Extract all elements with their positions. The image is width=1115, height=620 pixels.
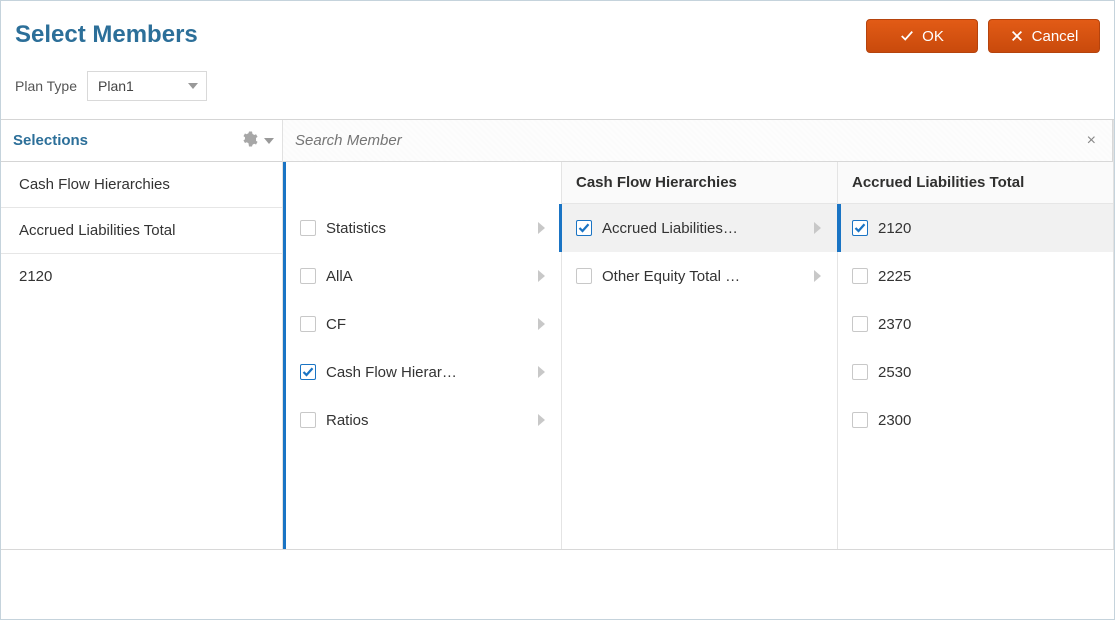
ok-button-label: OK bbox=[922, 28, 944, 45]
member-column: Cash Flow Hierarchies Accrued Liabilities… bbox=[562, 162, 838, 549]
member-row[interactable]: Accrued Liabilities… bbox=[559, 204, 837, 252]
member-row[interactable]: Ratios bbox=[286, 396, 561, 444]
member-label: Other Equity Total … bbox=[602, 268, 804, 285]
member-checkbox[interactable] bbox=[852, 364, 868, 380]
member-row[interactable]: CF bbox=[286, 300, 561, 348]
member-checkbox[interactable] bbox=[300, 268, 316, 284]
plan-type-row: Plan Type Plan1 bbox=[1, 53, 1114, 119]
selections-sidebar: Selections Cash Flow HierarchiesAccrued … bbox=[1, 120, 283, 549]
chevron-right-icon[interactable] bbox=[538, 222, 545, 234]
member-row[interactable]: 2120 bbox=[837, 204, 1113, 252]
clear-search-icon[interactable]: × bbox=[1081, 128, 1102, 154]
member-checkbox[interactable] bbox=[300, 364, 316, 380]
member-row[interactable]: Cash Flow Hierar… bbox=[286, 348, 561, 396]
member-row[interactable]: AllA bbox=[286, 252, 561, 300]
column-header bbox=[286, 162, 561, 204]
selection-item[interactable]: Cash Flow Hierarchies bbox=[1, 162, 282, 208]
check-icon bbox=[900, 29, 914, 43]
member-checkbox[interactable] bbox=[300, 412, 316, 428]
member-row[interactable]: 2300 bbox=[838, 396, 1113, 444]
page-title: Select Members bbox=[15, 21, 198, 49]
chevron-right-icon[interactable] bbox=[538, 318, 545, 330]
member-column: Statistics AllA CF Cash Flow Hierar… Ratios bbox=[283, 162, 562, 549]
sidebar-title: Selections bbox=[13, 132, 88, 149]
member-checkbox[interactable] bbox=[576, 268, 592, 284]
member-checkbox[interactable] bbox=[300, 316, 316, 332]
member-label: AllA bbox=[326, 268, 528, 285]
chevron-down-icon bbox=[188, 83, 198, 89]
member-row[interactable]: Statistics bbox=[286, 204, 561, 252]
member-label: 2370 bbox=[878, 316, 1103, 333]
chevron-right-icon[interactable] bbox=[814, 222, 821, 234]
member-label: Statistics bbox=[326, 220, 528, 237]
member-row[interactable]: 2225 bbox=[838, 252, 1113, 300]
plan-type-select[interactable]: Plan1 bbox=[87, 71, 207, 101]
member-checkbox[interactable] bbox=[852, 220, 868, 236]
gear-icon[interactable] bbox=[240, 130, 258, 151]
cancel-button[interactable]: Cancel bbox=[988, 19, 1100, 53]
column-header: Cash Flow Hierarchies bbox=[562, 162, 837, 204]
chevron-right-icon[interactable] bbox=[538, 270, 545, 282]
member-checkbox[interactable] bbox=[852, 268, 868, 284]
cancel-button-label: Cancel bbox=[1032, 28, 1079, 45]
search-input[interactable] bbox=[293, 131, 1081, 150]
member-row[interactable]: Other Equity Total … bbox=[562, 252, 837, 300]
action-buttons: OK Cancel bbox=[866, 19, 1100, 53]
selection-item[interactable]: 2120 bbox=[1, 254, 282, 299]
member-checkbox[interactable] bbox=[576, 220, 592, 236]
member-column: Accrued Liabilities Total 2120 2225 2370 253… bbox=[838, 162, 1113, 549]
plan-type-value: Plan1 bbox=[98, 78, 134, 94]
search-bar: × bbox=[283, 120, 1113, 162]
sidebar-caret-icon[interactable] bbox=[264, 138, 274, 144]
close-icon bbox=[1010, 29, 1024, 43]
member-checkbox[interactable] bbox=[300, 220, 316, 236]
member-label: Ratios bbox=[326, 412, 528, 429]
member-label: Accrued Liabilities… bbox=[602, 220, 804, 237]
member-row[interactable]: 2530 bbox=[838, 348, 1113, 396]
chevron-right-icon[interactable] bbox=[814, 270, 821, 282]
ok-button[interactable]: OK bbox=[866, 19, 978, 53]
member-label: CF bbox=[326, 316, 528, 333]
member-checkbox[interactable] bbox=[852, 316, 868, 332]
selection-item[interactable]: Accrued Liabilities Total bbox=[1, 208, 282, 254]
member-label: 2530 bbox=[878, 364, 1103, 381]
chevron-right-icon[interactable] bbox=[538, 414, 545, 426]
member-label: 2300 bbox=[878, 412, 1103, 429]
member-label: Cash Flow Hierar… bbox=[326, 364, 528, 381]
column-header: Accrued Liabilities Total bbox=[838, 162, 1113, 204]
chevron-right-icon[interactable] bbox=[538, 366, 545, 378]
plan-type-label: Plan Type bbox=[15, 78, 77, 94]
member-label: 2120 bbox=[878, 220, 1103, 237]
member-label: 2225 bbox=[878, 268, 1103, 285]
member-checkbox[interactable] bbox=[852, 412, 868, 428]
member-row[interactable]: 2370 bbox=[838, 300, 1113, 348]
